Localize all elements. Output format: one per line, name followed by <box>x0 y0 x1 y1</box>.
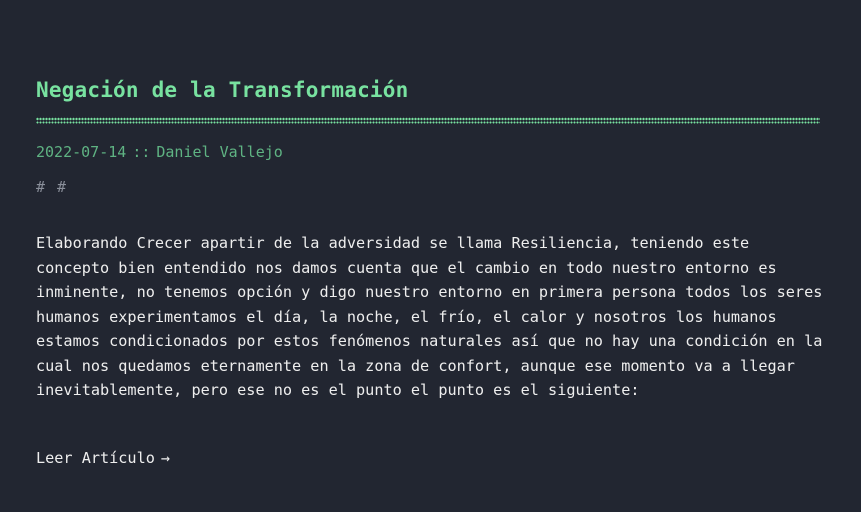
meta-separator: :: <box>132 143 151 161</box>
tag-link[interactable]: # <box>57 178 66 196</box>
read-more-label: Leer Artículo <box>36 449 155 467</box>
post-title[interactable]: Negación de la Transformación <box>36 78 408 102</box>
title-divider <box>36 117 820 124</box>
post-author[interactable]: Daniel Vallejo <box>156 143 282 161</box>
post-excerpt: Elaborando Crecer apartir de la adversid… <box>36 234 823 399</box>
post-meta: 2022-07-14:: Daniel Vallejo <box>36 143 283 161</box>
tag-link[interactable]: # <box>36 178 45 196</box>
post-date: 2022-07-14 <box>36 143 127 161</box>
arrow-right-icon: → <box>160 449 171 467</box>
post-tags: # # <box>36 178 78 196</box>
read-more-link[interactable]: Leer Artículo → <box>36 449 170 467</box>
